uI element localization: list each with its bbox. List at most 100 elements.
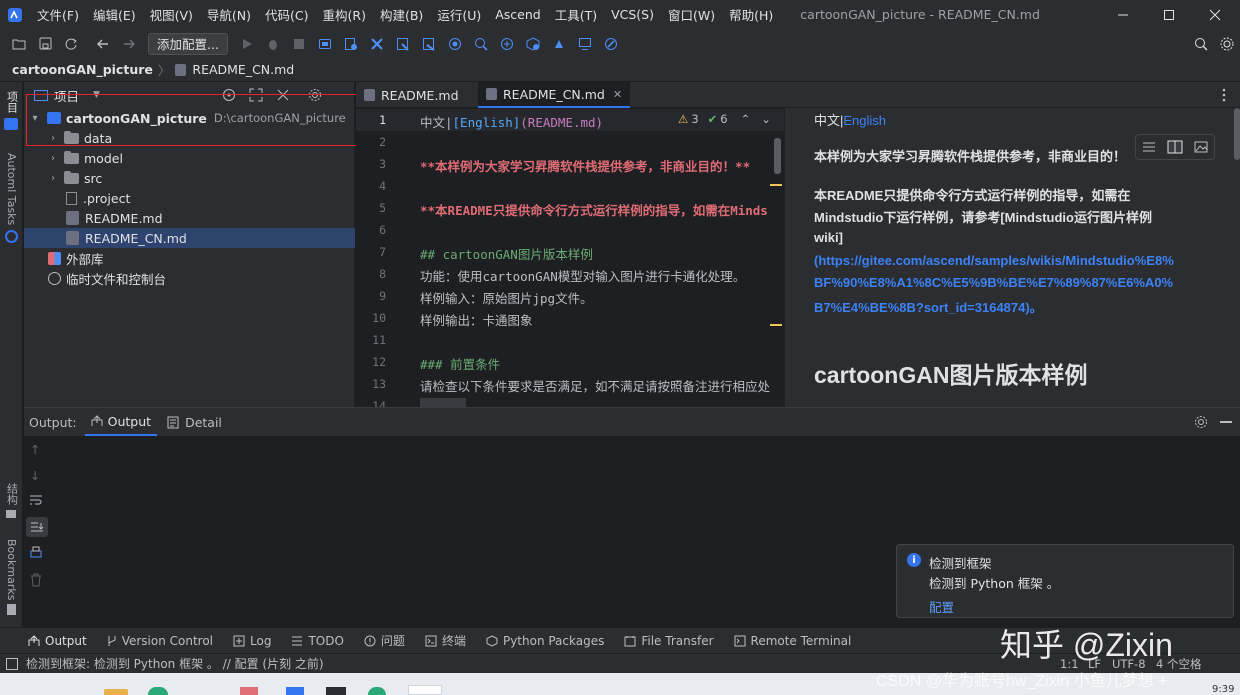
menu-window[interactable]: 窗口(W) xyxy=(661,5,722,24)
menu-build[interactable]: 构建(B) xyxy=(373,5,430,24)
app-taskbar-icon[interactable] xyxy=(286,687,304,695)
ssh-icon[interactable] xyxy=(546,32,572,56)
bottom-tab-todo[interactable]: TODO xyxy=(291,634,344,648)
chevron-right-icon[interactable]: › xyxy=(46,173,60,184)
trash-icon[interactable] xyxy=(30,573,42,590)
markdown-preview[interactable]: 中文|English 本样例为大家学习昇腾软件栈提供参考，非商业目的！ 本REA… xyxy=(784,108,1240,407)
minimize-button[interactable] xyxy=(1100,0,1146,29)
tree-item-external-libs[interactable]: 外部库 xyxy=(24,248,355,268)
soft-wrap-icon[interactable] xyxy=(29,494,43,509)
tree-item-readme[interactable]: README.md xyxy=(24,208,355,228)
help-ascend-icon[interactable] xyxy=(598,32,624,56)
open-folder-icon[interactable] xyxy=(6,32,32,56)
app-taskbar-icon[interactable] xyxy=(368,687,386,695)
bottom-tab-problems[interactable]: 问题 xyxy=(364,632,405,649)
output-settings-icon[interactable] xyxy=(1194,415,1208,432)
settings-gear-icon[interactable] xyxy=(1214,32,1240,56)
remote-monitor-icon[interactable] xyxy=(572,32,598,56)
stop-icon[interactable] xyxy=(286,32,312,56)
preview-link-line1[interactable]: (https://gitee.com/ascend/samples/wikis/… xyxy=(814,253,1174,268)
tree-item-model[interactable]: › model xyxy=(24,148,355,168)
editor-scrollbar[interactable] xyxy=(774,138,781,174)
compare-icon[interactable] xyxy=(494,32,520,56)
bottom-tab-terminal[interactable]: 终端 xyxy=(425,632,466,649)
search-icon[interactable] xyxy=(1188,32,1214,56)
back-arrow-icon[interactable] xyxy=(90,32,116,56)
structure-icon[interactable] xyxy=(6,510,16,518)
tab-detail[interactable]: Detail xyxy=(167,415,222,430)
preview-layout-switcher[interactable] xyxy=(1135,134,1215,160)
bottom-tab-python-packages[interactable]: Python Packages xyxy=(486,634,604,648)
search-model-icon[interactable] xyxy=(468,32,494,56)
menu-vcs[interactable]: VCS(S) xyxy=(604,7,661,22)
deploy-icon[interactable] xyxy=(520,32,546,56)
scroll-to-end-icon[interactable] xyxy=(26,517,48,537)
run-config-dropdown[interactable]: 添加配置... xyxy=(148,32,228,55)
tab-readme[interactable]: README.md xyxy=(356,82,467,108)
operator-test-icon[interactable] xyxy=(416,32,442,56)
menu-ascend[interactable]: Ascend xyxy=(488,7,547,22)
menu-view[interactable]: 视图(V) xyxy=(143,5,200,24)
debug-icon[interactable] xyxy=(260,32,286,56)
menu-tools[interactable]: 工具(T) xyxy=(548,5,604,24)
app-taskbar-icon[interactable] xyxy=(240,687,258,695)
run-icon[interactable] xyxy=(234,32,260,56)
menu-help[interactable]: 帮助(H) xyxy=(722,5,780,24)
preview-link-line3[interactable]: B7%E4%BE%8B?sort_id=3164874)。 xyxy=(814,297,1043,316)
close-tab-icon[interactable]: ✕ xyxy=(613,88,622,101)
chevron-right-icon[interactable]: › xyxy=(46,153,60,164)
sync-icon[interactable] xyxy=(58,32,84,56)
status-message[interactable]: 检测到框架: 检测到 Python 框架 。 // 配置 (片刻 之前) xyxy=(26,655,324,672)
menu-edit[interactable]: 编辑(E) xyxy=(86,5,143,24)
ide-taskbar-icon[interactable] xyxy=(326,687,346,695)
english-link[interactable]: English xyxy=(843,113,886,128)
bottom-tab-log[interactable]: Log xyxy=(233,634,271,648)
more-tabs-icon[interactable] xyxy=(1222,88,1226,102)
scroll-down-icon[interactable]: ↓ xyxy=(30,468,40,483)
operator-x-icon[interactable] xyxy=(364,32,390,56)
automl-tasks-icon[interactable] xyxy=(5,230,18,243)
tab-readme-cn[interactable]: README_CN.md ✕ xyxy=(478,82,631,108)
configure-link[interactable]: 配置 xyxy=(929,597,954,616)
operator-dev-icon[interactable] xyxy=(390,32,416,56)
tab-output[interactable]: Output xyxy=(84,408,158,436)
inspection-widget[interactable]: ⚠ 3 ✔ 6 ⌃ ⌄ xyxy=(678,112,771,126)
explorer-taskbar-icon[interactable] xyxy=(104,689,128,695)
close-window-button[interactable] xyxy=(1192,0,1238,29)
forward-arrow-icon[interactable] xyxy=(116,32,142,56)
menu-file[interactable]: 文件(F) xyxy=(30,5,86,24)
save-all-icon[interactable] xyxy=(32,32,58,56)
app-taskbar-icon[interactable] xyxy=(408,685,442,695)
browser-taskbar-icon[interactable] xyxy=(148,687,168,695)
breadcrumb-file[interactable]: README_CN.md xyxy=(192,62,294,77)
bookmark-icon[interactable] xyxy=(7,604,16,615)
tree-item-readme-cn[interactable]: README_CN.md xyxy=(24,228,355,248)
prev-highlight-icon[interactable]: ⌃ xyxy=(741,112,751,126)
tree-item-project-file[interactable]: .project xyxy=(24,188,355,208)
tool-tab-automl-tasks[interactable]: Automl Tasks xyxy=(0,152,23,226)
menu-navigate[interactable]: 导航(N) xyxy=(200,5,258,24)
bottom-tab-file-transfer[interactable]: File Transfer xyxy=(624,634,714,648)
menu-run[interactable]: 运行(U) xyxy=(430,5,488,24)
tool-windows-toggle-icon[interactable] xyxy=(6,657,18,670)
breadcrumb-project[interactable]: cartoonGAN_picture xyxy=(12,62,153,77)
profiling-icon[interactable] xyxy=(442,32,468,56)
model-convert-icon[interactable] xyxy=(338,32,364,56)
bottom-tab-version-control[interactable]: Version Control xyxy=(107,634,213,648)
tree-item-src[interactable]: › src xyxy=(24,168,355,188)
scroll-up-icon[interactable]: ↑ xyxy=(30,442,40,457)
maximize-button[interactable] xyxy=(1146,0,1192,29)
code-editor[interactable]: 中文|[English](README.md) ⚠ 3 ✔ 6 ⌃ ⌄ **本样例为… xyxy=(408,108,784,407)
menu-code[interactable]: 代码(C) xyxy=(258,5,315,24)
bottom-tab-output[interactable]: Output xyxy=(28,634,87,648)
bottom-tab-remote-terminal[interactable]: Remote Terminal xyxy=(734,634,851,648)
preview-link-line2[interactable]: BF%90%E8%A1%8C%E5%9B%BE%E7%89%87%E6%A0% xyxy=(814,275,1173,290)
preview-scrollbar[interactable] xyxy=(1234,108,1240,160)
menu-refactor[interactable]: 重构(R) xyxy=(316,5,373,24)
tree-item-scratches[interactable]: 临时文件和控制台 xyxy=(24,268,355,288)
print-icon[interactable] xyxy=(29,546,43,563)
project-tool-icon[interactable] xyxy=(4,118,18,130)
tool-tab-bookmarks[interactable]: Bookmarks xyxy=(0,538,23,602)
hide-panel-icon[interactable] xyxy=(1220,421,1232,423)
ascend-device-icon[interactable] xyxy=(312,32,338,56)
